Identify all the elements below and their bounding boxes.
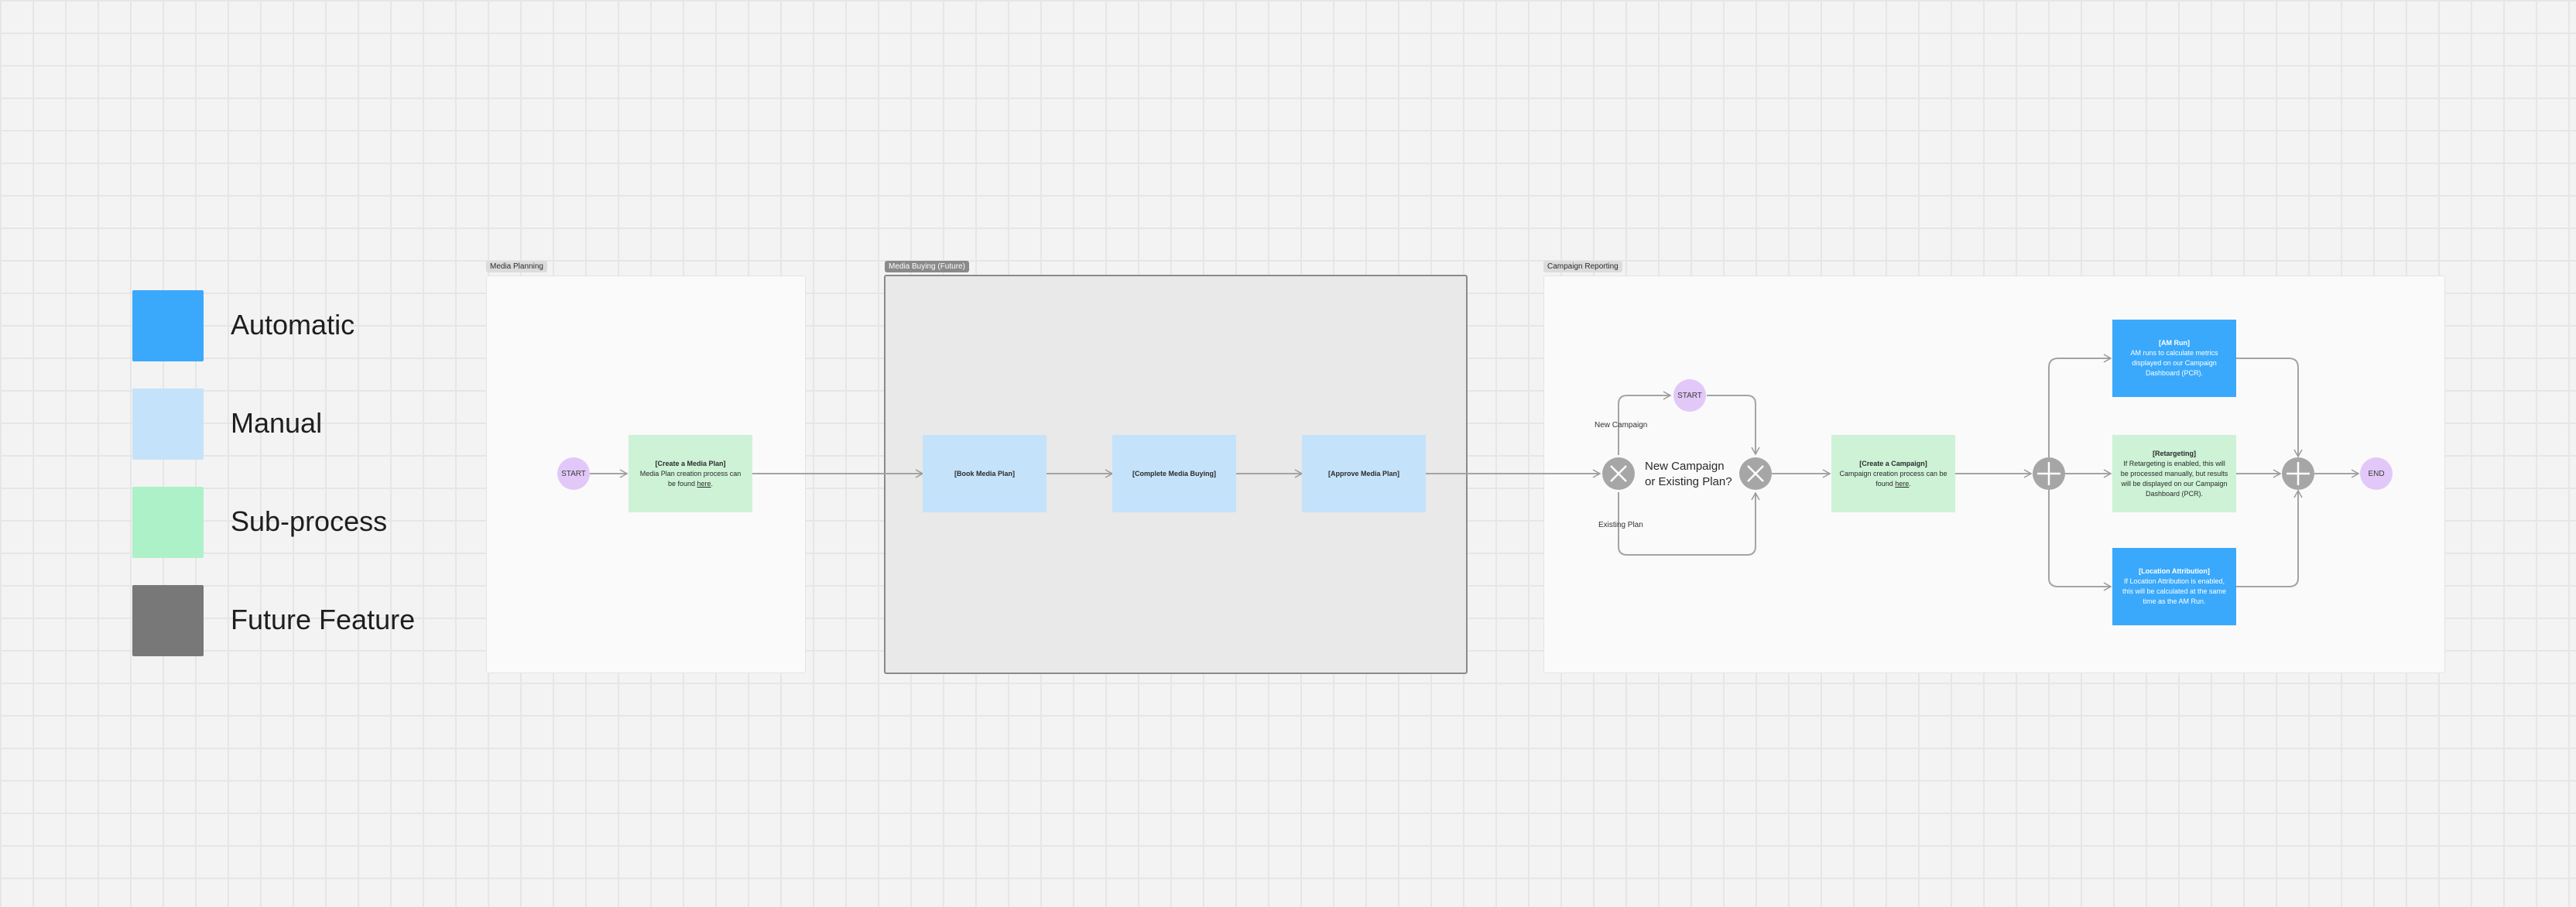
arrow-start2-to-merge [1707,395,1760,456]
approve-media-plan-title: [Approve Media Plan] [1327,469,1399,477]
location-attribution-title: [Location Attribution] [2139,567,2210,575]
arrow-location-to-join [2236,489,2303,587]
decision-question: New Campaign or Existing Plan? [1645,460,1732,488]
arrow-am-run-to-join [2236,358,2303,458]
book-media-plan-box[interactable]: [Book Media Plan] [923,435,1046,512]
start-event-campaign-reporting[interactable]: START [1673,379,1706,412]
create-campaign-link[interactable]: here [1895,480,1909,488]
book-media-plan-title: [Book Media Plan] [954,469,1015,477]
plus-icon [2287,462,2310,485]
exclusive-gateway-decision-icon[interactable] [1602,457,1635,490]
new-campaign-label: New Campaign [1595,421,1648,430]
create-media-plan-box[interactable]: [Create a Media Plan] Media Plan creatio… [629,435,752,512]
am-run-title: [AM Run] [2159,339,2190,347]
retargeting-title: [Retargeting] [2153,449,2196,457]
location-attribution-box[interactable]: [Location Attribution] If Location Attri… [2112,548,2236,625]
create-campaign-period: . [1909,479,1911,488]
am-run-text: AM runs to calculate metrics displayed o… [2130,349,2218,377]
retargeting-box[interactable]: [Retargeting] If Retargeting is enabled,… [2112,435,2236,512]
arrow-split-to-location [2048,490,2112,591]
x-icon [1610,465,1627,482]
create-campaign-title: [Create a Campaign] [1859,459,1927,467]
end-event[interactable]: END [2360,457,2393,490]
parallel-gateway-split-icon[interactable] [2033,457,2065,490]
am-run-box[interactable]: [AM Run] AM runs to calculate metrics di… [2112,320,2236,397]
approve-media-plan-box[interactable]: [Approve Media Plan] [1302,435,1426,512]
complete-media-buying-title: [Complete Media Buying] [1132,469,1216,477]
parallel-gateway-join-icon[interactable] [2282,457,2314,490]
create-media-plan-period: . [711,479,714,488]
retargeting-text: If Retargeting is enabled, this will be … [2120,459,2228,498]
create-media-plan-text: Media Plan creation process can be found… [636,469,745,489]
existing-plan-label: Existing Plan [1598,521,1643,529]
create-media-plan-description: Media Plan creation process can be found [639,469,742,488]
start-event-media-planning[interactable]: START [557,457,590,490]
complete-media-buying-box[interactable]: [Complete Media Buying] [1112,435,1236,512]
plus-icon [2037,462,2060,485]
location-attribution-text: If Location Attribution is enabled, this… [2122,577,2227,605]
create-media-plan-link[interactable]: here [697,480,711,488]
create-campaign-description: Campaign creation process can be found [1839,469,1947,488]
create-media-plan-title: [Create a Media Plan] [655,459,726,467]
x-icon [1747,465,1764,482]
create-campaign-box[interactable]: [Create a Campaign] Campaign creation pr… [1831,435,1955,512]
exclusive-gateway-merge-icon[interactable] [1739,457,1772,490]
create-campaign-text: Campaign creation process can be found h… [1839,469,1947,489]
arrow-split-to-am-run [2048,354,2112,457]
